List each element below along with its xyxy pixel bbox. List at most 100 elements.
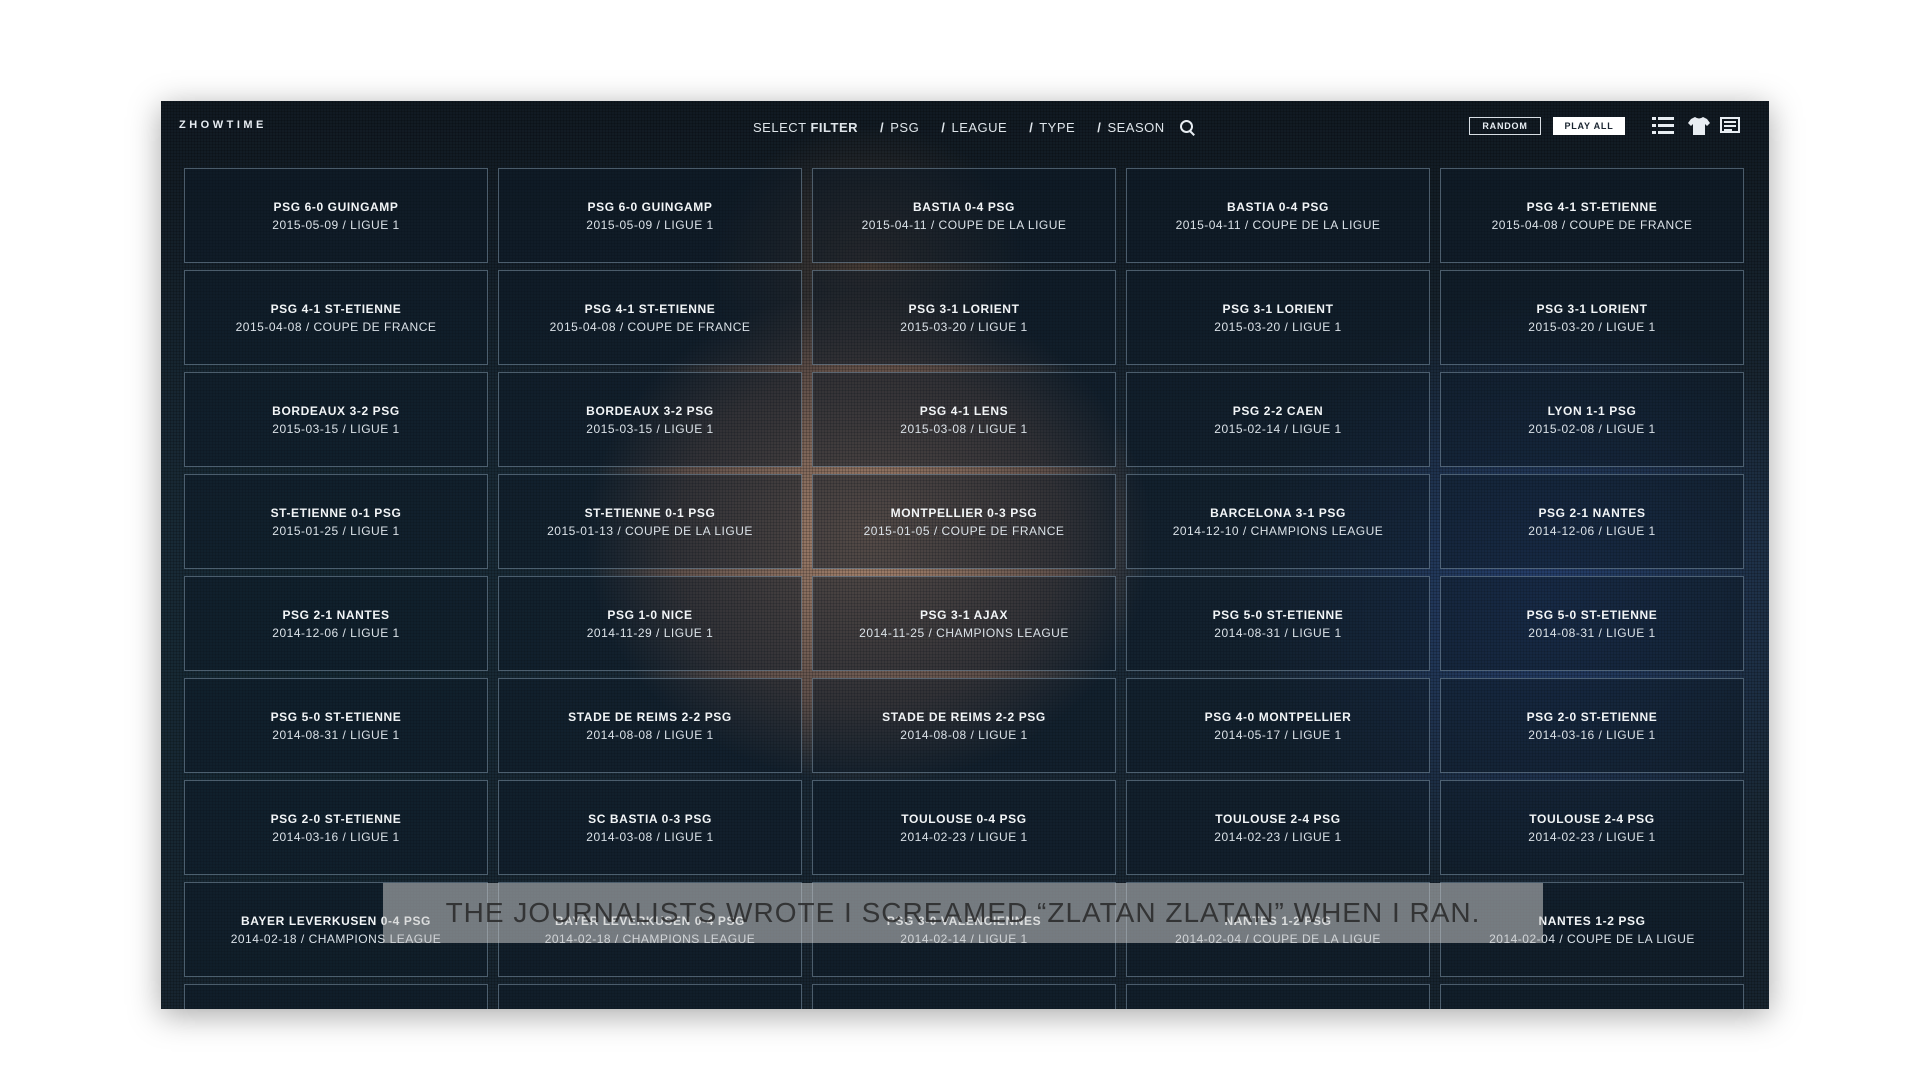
match-tile[interactable]: STADE DE REIMS 2-2 PSG 2014-08-08 / LIGUE… xyxy=(498,678,802,773)
match-meta: 2015-04-11 / COUPE DE LA LIGUE xyxy=(1175,217,1381,232)
match-meta: 2015-02-08 / LIGUE 1 xyxy=(1528,421,1656,436)
match-meta: 2014-03-08 / LIGUE 1 xyxy=(586,829,714,844)
match-title: PSG 6-0 GUINGAMP xyxy=(273,199,399,214)
match-title: PSG 2-0 ST-ETIENNE xyxy=(270,811,402,826)
match-tile[interactable]: PSG 2-1 NANTES 2014-12-06 / LIGUE 1 xyxy=(1440,474,1744,569)
match-meta: 2015-04-08 / COUPE DE FRANCE xyxy=(549,319,751,334)
match-meta: 2014-12-10 / CHAMPIONS LEAGUE xyxy=(1172,523,1384,538)
match-tile[interactable]: MONTPELLIER 0-3 PSG 2015-01-05 / COUPE DE… xyxy=(812,474,1116,569)
article-icon[interactable] xyxy=(1720,116,1742,136)
match-title: PSG 3-0 VALENCIENNES xyxy=(886,913,1042,928)
match-meta: 2015-01-25 / LIGUE 1 xyxy=(272,523,400,538)
match-tile[interactable]: PSG 2-0 ST-ETIENNE 2014-03-16 / LIGUE 1 xyxy=(1440,678,1744,773)
filter-type[interactable]: / TYPE xyxy=(1029,120,1075,135)
match-tile[interactable]: PSG 6-0 GUINGAMP 2015-05-09 / LIGUE 1 xyxy=(498,168,802,263)
match-tile[interactable]: PSG 5-0 ST-ETIENNE 2014-08-31 / LIGUE 1 xyxy=(1126,576,1430,671)
match-tile[interactable]: TOULOUSE 2-4 PSG 2014-02-23 / LIGUE 1 xyxy=(1440,780,1744,875)
match-tile[interactable]: BASTIA 0-4 PSG 2015-04-11 / COUPE DE LA L… xyxy=(812,168,1116,263)
match-meta: 2015-03-20 / LIGUE 1 xyxy=(900,319,1028,334)
match-meta: 2015-04-08 / COUPE DE FRANCE xyxy=(1491,217,1693,232)
filter-league-label: LEAGUE xyxy=(951,119,1008,135)
match-meta: 2014-12-06 / LIGUE 1 xyxy=(272,625,400,640)
filter-league[interactable]: / LEAGUE xyxy=(941,120,1007,135)
match-meta: 2015-03-15 / LIGUE 1 xyxy=(272,421,400,436)
match-tile[interactable] xyxy=(1126,984,1430,1009)
match-meta: 2014-02-23 / LIGUE 1 xyxy=(1214,829,1342,844)
match-tile[interactable]: PSG 2-2 CAEN 2015-02-14 / LIGUE 1 xyxy=(1126,372,1430,467)
match-title: PSG 4-1 ST-ETIENNE xyxy=(584,301,716,316)
match-tile[interactable]: BASTIA 0-4 PSG 2015-04-11 / COUPE DE LA L… xyxy=(1126,168,1430,263)
match-tile[interactable]: BAYER LEVERKUSEN 0-4 PSG 2014-02-18 / CHA… xyxy=(498,882,802,977)
list-view-icon[interactable] xyxy=(1652,116,1674,136)
match-meta: 2014-08-08 / LIGUE 1 xyxy=(900,727,1028,742)
match-tile[interactable]: PSG 4-1 ST-ETIENNE 2015-04-08 / COUPE DE … xyxy=(1440,168,1744,263)
filter-type-label: TYPE xyxy=(1039,119,1076,135)
random-button[interactable]: RANDOM xyxy=(1469,117,1541,135)
logo[interactable]: ZHOWTIME xyxy=(179,119,267,131)
match-title: PSG 3-1 LORIENT xyxy=(1222,301,1334,316)
match-tile[interactable]: PSG 4-1 LENS 2015-03-08 / LIGUE 1 xyxy=(812,372,1116,467)
match-tile[interactable]: PSG 3-1 LORIENT 2015-03-20 / LIGUE 1 xyxy=(1126,270,1430,365)
app-window: ZHOWTIME SELECT FILTER / PSG / LEAGUE / … xyxy=(161,101,1769,1009)
match-tile[interactable] xyxy=(1440,984,1744,1009)
match-tile[interactable]: BORDEAUX 3-2 PSG 2015-03-15 / LIGUE 1 xyxy=(498,372,802,467)
filter-label: FILTER xyxy=(810,119,858,135)
match-title: BARCELONA 3-1 PSG xyxy=(1210,505,1346,520)
match-title: PSG 4-1 ST-ETIENNE xyxy=(270,301,402,316)
match-meta: 2015-05-09 / LIGUE 1 xyxy=(586,217,714,232)
match-title: PSG 5-0 ST-ETIENNE xyxy=(1526,607,1658,622)
match-meta: 2014-02-14 / LIGUE 1 xyxy=(900,931,1028,946)
match-tile[interactable]: PSG 2-1 NANTES 2014-12-06 / LIGUE 1 xyxy=(184,576,488,671)
match-meta: 2014-02-04 / COUPE DE LA LIGUE xyxy=(1175,931,1381,946)
match-tile[interactable]: NANTES 1-2 PSG 2014-02-04 / COUPE DE LA L… xyxy=(1440,882,1744,977)
match-tile[interactable]: LYON 1-1 PSG 2015-02-08 / LIGUE 1 xyxy=(1440,372,1744,467)
match-meta: 2014-08-31 / LIGUE 1 xyxy=(272,727,400,742)
match-tile[interactable]: BORDEAUX 3-2 PSG 2015-03-15 / LIGUE 1 xyxy=(184,372,488,467)
match-tile[interactable] xyxy=(498,984,802,1009)
match-tile[interactable]: PSG 2-0 ST-ETIENNE 2014-03-16 / LIGUE 1 xyxy=(184,780,488,875)
match-tile[interactable]: PSG 5-0 ST-ETIENNE 2014-08-31 / LIGUE 1 xyxy=(1440,576,1744,671)
match-tile[interactable]: SC BASTIA 0-3 PSG 2014-03-08 / LIGUE 1 xyxy=(498,780,802,875)
filter-psg[interactable]: / PSG xyxy=(880,120,919,135)
match-tile[interactable]: NANTES 1-2 PSG 2014-02-04 / COUPE DE LA L… xyxy=(1126,882,1430,977)
match-title: PSG 4-0 MONTPELLIER xyxy=(1204,709,1352,724)
match-tile[interactable]: TOULOUSE 0-4 PSG 2014-02-23 / LIGUE 1 xyxy=(812,780,1116,875)
match-tile[interactable]: ST-ETIENNE 0-1 PSG 2015-01-25 / LIGUE 1 xyxy=(184,474,488,569)
match-tile[interactable]: PSG 4-1 ST-ETIENNE 2015-04-08 / COUPE DE … xyxy=(184,270,488,365)
match-title: NANTES 1-2 PSG xyxy=(1538,913,1646,928)
match-title: PSG 3-1 LORIENT xyxy=(1536,301,1648,316)
match-tile[interactable]: PSG 3-1 AJAX 2014-11-25 / CHAMPIONS LEAGU… xyxy=(812,576,1116,671)
match-tile[interactable]: PSG 1-0 NICE 2014-11-29 / LIGUE 1 xyxy=(498,576,802,671)
match-tile[interactable]: TOULOUSE 2-4 PSG 2014-02-23 / LIGUE 1 xyxy=(1126,780,1430,875)
match-title: PSG 5-0 ST-ETIENNE xyxy=(1212,607,1344,622)
select-label: SELECT xyxy=(753,119,807,135)
match-tile[interactable]: BARCELONA 3-1 PSG 2014-12-10 / CHAMPIONS … xyxy=(1126,474,1430,569)
select-filter-label: SELECT FILTER xyxy=(753,120,858,135)
match-tile[interactable]: BAYER LEVERKUSEN 0-4 PSG 2014-02-18 / CHA… xyxy=(184,882,488,977)
shirt-icon[interactable] xyxy=(1688,116,1710,136)
match-tile[interactable]: ST-ETIENNE 0-1 PSG 2015-01-13 / COUPE DE … xyxy=(498,474,802,569)
match-tile[interactable]: PSG 4-0 MONTPELLIER 2014-05-17 / LIGUE 1 xyxy=(1126,678,1430,773)
match-title: PSG 5-0 ST-ETIENNE xyxy=(270,709,402,724)
play-all-button[interactable]: PLAY ALL xyxy=(1553,117,1625,135)
match-tile[interactable] xyxy=(184,984,488,1009)
match-title: PSG 2-2 CAEN xyxy=(1232,403,1324,418)
match-title: STADE DE REIMS 2-2 PSG xyxy=(882,709,1046,724)
match-title: TOULOUSE 0-4 PSG xyxy=(901,811,1027,826)
match-title: PSG 3-1 AJAX xyxy=(919,607,1009,622)
match-tile[interactable]: PSG 4-1 ST-ETIENNE 2015-04-08 / COUPE DE … xyxy=(498,270,802,365)
header: ZHOWTIME SELECT FILTER / PSG / LEAGUE / … xyxy=(161,101,1769,153)
match-tile[interactable]: PSG 6-0 GUINGAMP 2015-05-09 / LIGUE 1 xyxy=(184,168,488,263)
match-tile[interactable]: PSG 3-1 LORIENT 2015-03-20 / LIGUE 1 xyxy=(1440,270,1744,365)
match-meta: 2014-03-16 / LIGUE 1 xyxy=(272,829,400,844)
match-tile[interactable]: STADE DE REIMS 2-2 PSG 2014-08-08 / LIGUE… xyxy=(812,678,1116,773)
match-tile[interactable] xyxy=(812,984,1116,1009)
match-tile[interactable]: PSG 3-0 VALENCIENNES 2014-02-14 / LIGUE 1 xyxy=(812,882,1116,977)
match-title: BASTIA 0-4 PSG xyxy=(913,199,1015,214)
match-title: PSG 2-1 NANTES xyxy=(282,607,390,622)
match-tile[interactable]: PSG 5-0 ST-ETIENNE 2014-08-31 / LIGUE 1 xyxy=(184,678,488,773)
match-tile[interactable]: PSG 3-1 LORIENT 2015-03-20 / LIGUE 1 xyxy=(812,270,1116,365)
search-icon[interactable] xyxy=(1179,119,1195,135)
filter-season[interactable]: / SEASON xyxy=(1097,120,1164,135)
match-meta: 2014-02-23 / LIGUE 1 xyxy=(900,829,1028,844)
